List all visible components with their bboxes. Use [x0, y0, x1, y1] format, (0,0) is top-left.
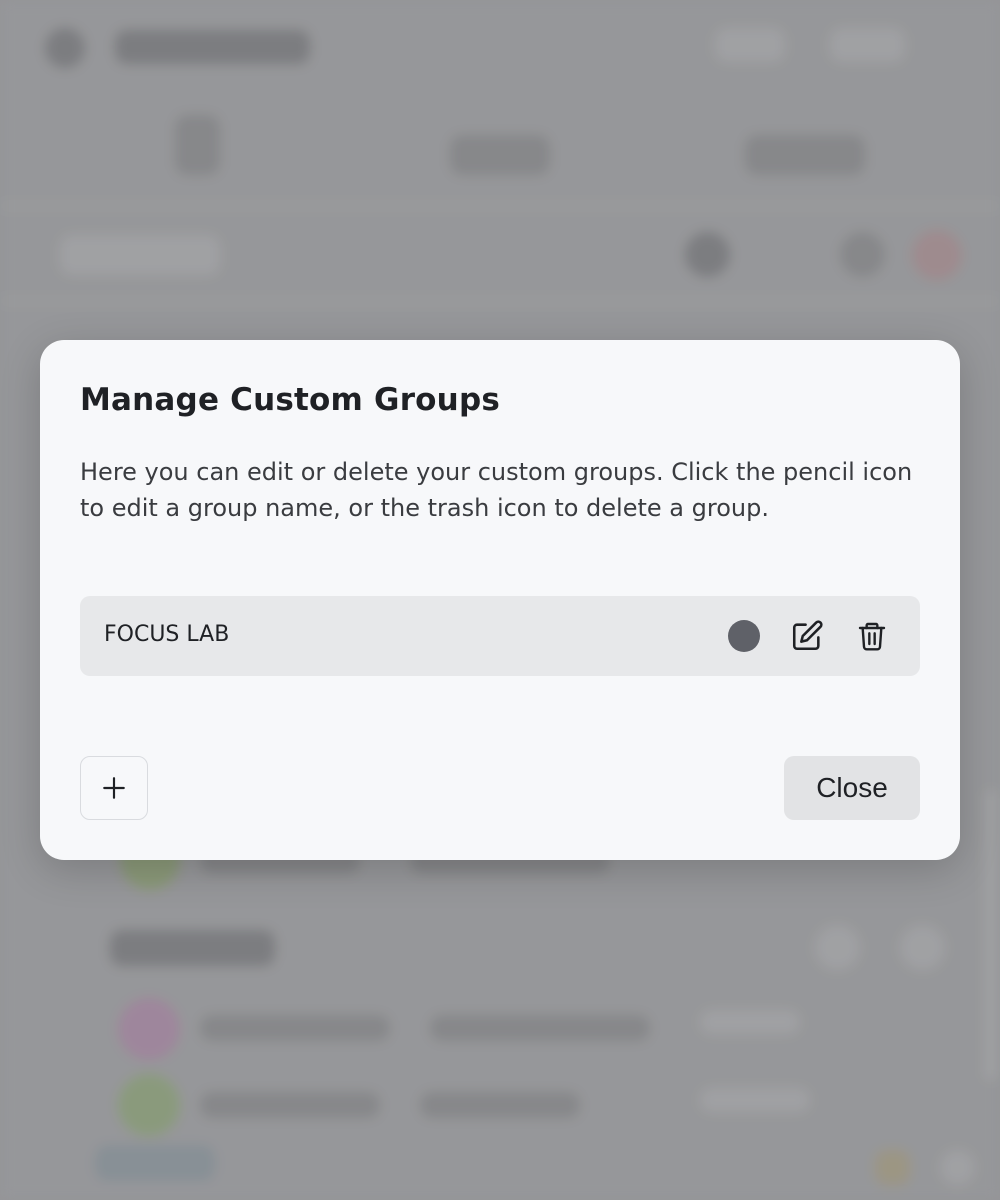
add-group-button[interactable]: [80, 756, 148, 820]
group-name: FOCUS LAB: [104, 622, 230, 647]
delete-group-button[interactable]: [852, 616, 892, 656]
group-row: FOCUS LAB: [80, 596, 920, 676]
trash-icon: [858, 622, 886, 651]
manage-custom-groups-dialog: Manage Custom Groups Here you can edit o…: [40, 340, 960, 860]
edit-group-button[interactable]: [787, 616, 827, 656]
dialog-title: Manage Custom Groups: [80, 382, 500, 418]
dialog-description: Here you can edit or delete your custom …: [80, 458, 913, 522]
close-button[interactable]: Close: [784, 756, 920, 820]
plus-icon: [103, 777, 125, 799]
group-color-swatch[interactable]: [728, 620, 760, 652]
pencil-square-icon: [792, 620, 823, 651]
